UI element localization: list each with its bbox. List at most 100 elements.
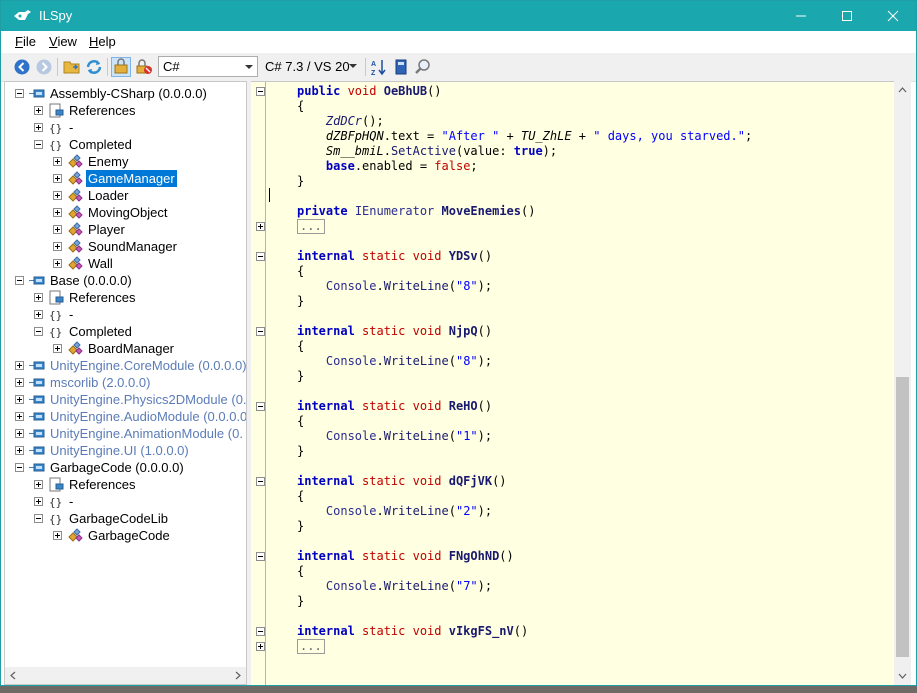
expand-icon[interactable] bbox=[15, 412, 24, 421]
collapsed-region[interactable]: ... bbox=[297, 639, 325, 654]
expand-icon[interactable] bbox=[53, 157, 62, 166]
namespace-icon: {} bbox=[48, 494, 64, 509]
code-token: Console bbox=[325, 279, 377, 293]
code-vertical-scrollbar[interactable] bbox=[894, 81, 911, 685]
menu-help[interactable]: Help bbox=[89, 34, 116, 49]
tree-node[interactable]: {} - bbox=[5, 119, 246, 136]
maximize-button[interactable] bbox=[824, 1, 870, 31]
expand-icon[interactable] bbox=[53, 259, 62, 268]
expand-icon[interactable] bbox=[53, 208, 62, 217]
tree-horizontal-scrollbar[interactable] bbox=[5, 667, 246, 684]
open-folder-icon[interactable] bbox=[63, 58, 81, 76]
collapse-icon[interactable] bbox=[34, 514, 43, 523]
tree-node[interactable]: Assembly-CSharp (0.0.0.0) bbox=[5, 85, 246, 102]
menu-file[interactable]: File bbox=[15, 34, 36, 49]
assembly-icon bbox=[29, 443, 45, 458]
collapse-icon[interactable] bbox=[34, 140, 43, 149]
menu-view[interactable]: View bbox=[49, 34, 77, 49]
fold-expand-icon[interactable] bbox=[256, 222, 265, 231]
fold-collapse-icon[interactable] bbox=[256, 552, 265, 561]
expand-icon[interactable] bbox=[15, 446, 24, 455]
tree-node[interactable]: UnityEngine.AudioModule (0.0.0.0 bbox=[5, 408, 246, 425]
show-internal-icon[interactable] bbox=[111, 57, 131, 77]
tree-node[interactable]: References bbox=[5, 102, 246, 119]
tree-node[interactable]: UnityEngine.AnimationModule (0. bbox=[5, 425, 246, 442]
tree-node[interactable]: GameManager bbox=[5, 170, 246, 187]
fold-collapse-icon[interactable] bbox=[256, 87, 265, 96]
forward-icon[interactable] bbox=[35, 58, 53, 76]
tree-node[interactable]: {} GarbageCodeLib bbox=[5, 510, 246, 527]
fold-collapse-icon[interactable] bbox=[256, 402, 265, 411]
tree-node[interactable]: Base (0.0.0.0) bbox=[5, 272, 246, 289]
tree-node[interactable]: {} Completed bbox=[5, 323, 246, 340]
expand-icon[interactable] bbox=[53, 225, 62, 234]
minimize-button[interactable] bbox=[778, 1, 824, 31]
expand-icon[interactable] bbox=[53, 531, 62, 540]
scroll-right-icon[interactable] bbox=[234, 671, 242, 680]
decompiled-code-view[interactable]: public void OeBhUB(){ ZdDCr(); dZBFpHQN.… bbox=[251, 81, 894, 685]
scroll-up-icon[interactable] bbox=[898, 86, 907, 94]
expand-icon[interactable] bbox=[34, 106, 43, 115]
tree-node-label: References bbox=[69, 477, 136, 492]
collapse-icon[interactable] bbox=[15, 276, 24, 285]
search-icon[interactable] bbox=[414, 58, 432, 76]
scroll-down-icon[interactable] bbox=[898, 672, 907, 680]
collapse-icon[interactable] bbox=[15, 89, 24, 98]
fold-collapse-icon[interactable] bbox=[256, 327, 265, 336]
close-button[interactable] bbox=[870, 1, 916, 31]
tree-node[interactable]: References bbox=[5, 476, 246, 493]
expand-icon[interactable] bbox=[34, 123, 43, 132]
language-version-select[interactable]: C# 7.3 / VS 20 bbox=[261, 56, 361, 77]
expand-icon[interactable] bbox=[15, 429, 24, 438]
expand-icon[interactable] bbox=[34, 480, 43, 489]
expand-icon[interactable] bbox=[53, 242, 62, 251]
collapse-icon[interactable] bbox=[15, 463, 24, 472]
tree-node[interactable]: UnityEngine.CoreModule (0.0.0.0) bbox=[5, 357, 246, 374]
code-token: OeBhUB bbox=[383, 84, 428, 98]
scroll-left-icon[interactable] bbox=[9, 671, 17, 680]
assembly-tree[interactable]: Assembly-CSharp (0.0.0.0) References{} -{}… bbox=[4, 81, 247, 685]
language-select[interactable]: C# bbox=[158, 56, 258, 77]
expand-icon[interactable] bbox=[34, 293, 43, 302]
tree-node[interactable]: BoardManager bbox=[5, 340, 246, 357]
fold-collapse-icon[interactable] bbox=[256, 477, 265, 486]
book-icon[interactable] bbox=[392, 58, 410, 76]
collapsed-region[interactable]: ... bbox=[297, 219, 325, 234]
tree-node[interactable]: UnityEngine.Physics2DModule (0.0 bbox=[5, 391, 246, 408]
reload-icon[interactable] bbox=[85, 58, 103, 76]
fold-collapse-icon[interactable] bbox=[256, 627, 265, 636]
expand-icon[interactable] bbox=[53, 191, 62, 200]
expand-icon[interactable] bbox=[15, 378, 24, 387]
expand-icon[interactable] bbox=[53, 174, 62, 183]
tree-node[interactable]: Wall bbox=[5, 255, 246, 272]
fold-collapse-icon[interactable] bbox=[256, 252, 265, 261]
tree-node[interactable]: MovingObject bbox=[5, 204, 246, 221]
back-icon[interactable] bbox=[13, 58, 31, 76]
tree-node[interactable]: UnityEngine.UI (1.0.0.0) bbox=[5, 442, 246, 459]
tree-node[interactable]: Player bbox=[5, 221, 246, 238]
code-token: .enabled = bbox=[354, 159, 435, 173]
code-line: Console.WriteLine("8"); bbox=[297, 354, 492, 369]
expand-icon[interactable] bbox=[15, 361, 24, 370]
tree-node[interactable]: mscorlib (2.0.0.0) bbox=[5, 374, 246, 391]
title-bar[interactable]: ILSpy bbox=[1, 1, 916, 31]
collapse-icon[interactable] bbox=[34, 327, 43, 336]
tree-node[interactable]: {} - bbox=[5, 306, 246, 323]
expand-icon[interactable] bbox=[34, 497, 43, 506]
scrollbar-thumb[interactable] bbox=[896, 377, 909, 657]
tree-node[interactable]: References bbox=[5, 289, 246, 306]
sort-az-icon[interactable]: A Z bbox=[370, 58, 388, 76]
tree-node[interactable]: {} - bbox=[5, 493, 246, 510]
tree-node[interactable]: Enemy bbox=[5, 153, 246, 170]
expand-icon[interactable] bbox=[53, 344, 62, 353]
tree-node[interactable]: Loader bbox=[5, 187, 246, 204]
tree-node[interactable]: GarbageCode (0.0.0.0) bbox=[5, 459, 246, 476]
tree-node[interactable]: {} Completed bbox=[5, 136, 246, 153]
tree-node[interactable]: SoundManager bbox=[5, 238, 246, 255]
show-all-members-icon[interactable] bbox=[135, 58, 153, 76]
tree-node-label: - bbox=[69, 307, 74, 322]
expand-icon[interactable] bbox=[34, 310, 43, 319]
expand-icon[interactable] bbox=[15, 395, 24, 404]
tree-node[interactable]: GarbageCode bbox=[5, 527, 246, 544]
fold-expand-icon[interactable] bbox=[256, 642, 265, 651]
